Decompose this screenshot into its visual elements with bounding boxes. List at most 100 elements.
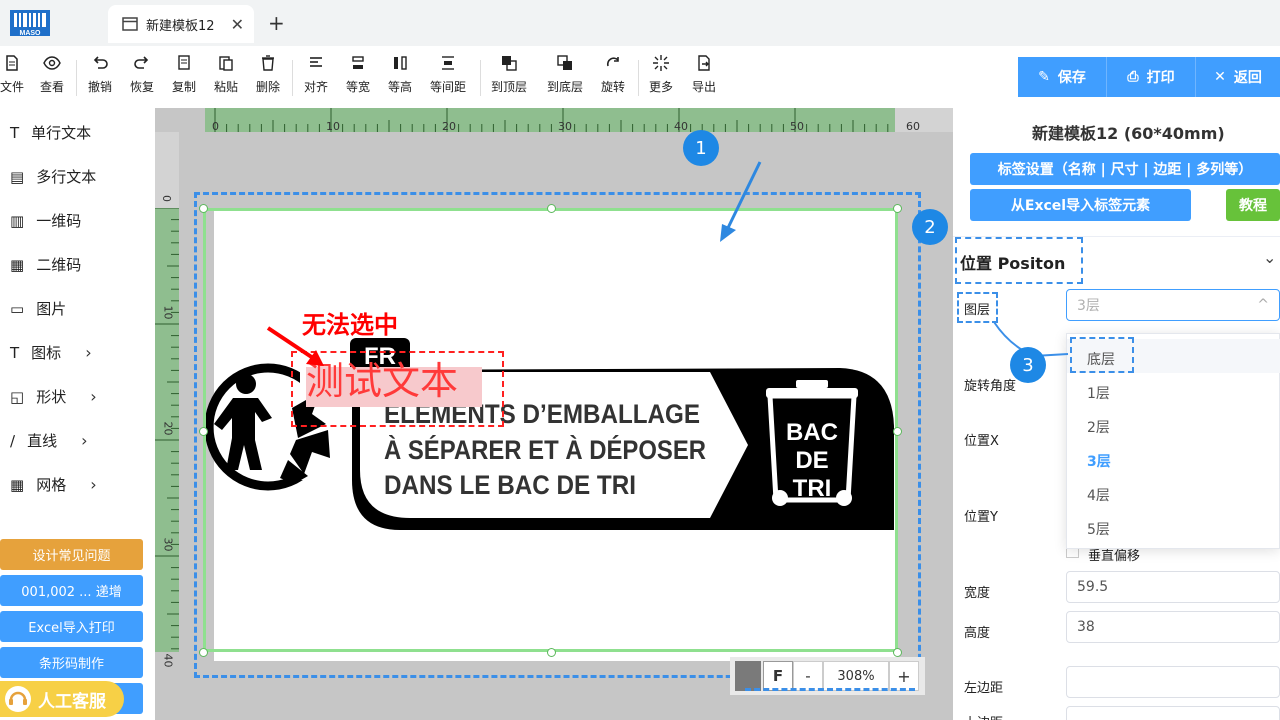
sidebar-item-shape[interactable]: ◱ 形状 ›: [10, 386, 97, 407]
left-panel: T 单行文本 ▤ 多行文本 ▥ 一维码 ▦ 二维码 ▭ 图片 T 图标 › ◱ 形状 › ∕ 直线 ›…: [0, 108, 155, 720]
ruler-label: 30: [161, 537, 175, 552]
height-label: 高度: [964, 626, 991, 641]
align-button[interactable]: 对齐: [304, 54, 328, 95]
support-label: 人工客服: [38, 691, 106, 712]
equal-width-icon: [352, 56, 364, 69]
redo-label: 恢复: [130, 80, 155, 94]
ruler-label: 0: [212, 120, 219, 133]
undo-button[interactable]: 撤销: [88, 54, 112, 95]
ruler-label: 20: [442, 120, 456, 133]
margin-top-input[interactable]: [1066, 706, 1280, 720]
sidebar-item-single-text[interactable]: T 单行文本: [10, 122, 91, 143]
close-tab-icon[interactable]: ✕: [231, 15, 244, 34]
equal-width-label: 等宽: [346, 80, 371, 94]
excel-import-button[interactable]: 从Excel导入标签元素: [970, 189, 1191, 221]
file-button[interactable]: 文件: [0, 54, 24, 95]
redo-button[interactable]: 恢复: [130, 54, 154, 95]
back-button[interactable]: ✕ 返回: [1196, 57, 1280, 97]
align-icon: [310, 57, 322, 67]
sidebar-item-qrcode[interactable]: ▦ 二维码: [10, 254, 81, 275]
horizontal-ruler-extension: 60: [895, 108, 953, 133]
ruler-label: 40: [674, 120, 688, 133]
align-label: 对齐: [304, 80, 329, 94]
dropdown-option-1[interactable]: 1层: [1087, 383, 1110, 403]
template-title: 新建模板12 (60*40mm): [1032, 124, 1225, 143]
bring-to-top-icon: [502, 56, 517, 71]
margin-left-input[interactable]: [1066, 666, 1280, 698]
rotate-label: 旋转: [601, 80, 626, 94]
support-button[interactable]: 人工客服: [0, 681, 124, 717]
equal-spacing-label: 等间距: [430, 80, 467, 94]
equal-height-button[interactable]: 等高: [388, 54, 412, 95]
trash-icon: [262, 55, 274, 71]
label-bounds-dashed: [194, 192, 921, 678]
zoom-dashed-underline: [745, 667, 915, 691]
paste-icon: [219, 56, 233, 71]
label-settings-button[interactable]: 标签设置（名称 | 尺寸 | 边距 | 多列等）: [970, 153, 1280, 185]
tab-title: 新建模板12: [146, 18, 215, 34]
copy-label: 复制: [172, 80, 197, 94]
rotate-button[interactable]: 旋转: [601, 54, 625, 95]
dropdown-option-3[interactable]: 3层: [1087, 451, 1111, 471]
increment-button[interactable]: 001,002 ... 递增: [0, 575, 143, 606]
copy-button[interactable]: 复制: [172, 54, 196, 95]
more-button[interactable]: 更多: [649, 54, 673, 95]
sparkle-icon: [653, 55, 669, 71]
logo-text: MASO: [20, 30, 42, 37]
sidebar-item-barcode[interactable]: ▥ 一维码: [10, 210, 81, 231]
ruler-label: 20: [161, 421, 175, 436]
equal-spacing-button[interactable]: 等间距: [430, 54, 466, 95]
paste-button[interactable]: 粘贴: [214, 54, 238, 95]
delete-button[interactable]: 删除: [256, 54, 280, 95]
sidebar-item-multi-text[interactable]: ▤ 多行文本: [10, 166, 96, 187]
rotate-icon: [606, 57, 619, 67]
save-button[interactable]: ✎ 保存: [1018, 57, 1107, 97]
toolbar-divider: [292, 60, 293, 96]
layer-select-value: 3层: [1077, 298, 1100, 314]
layer-select[interactable]: 3层 ^: [1066, 289, 1280, 321]
sidebar-item-line[interactable]: ∕ 直线 ›: [10, 430, 87, 451]
rotation-label: 旋转角度: [964, 379, 1017, 394]
ruler-label: 30: [558, 120, 572, 133]
new-tab-button[interactable]: +: [268, 11, 285, 35]
qrcode-icon: ▦: [10, 255, 25, 274]
excel-print-button[interactable]: Excel导入打印: [0, 611, 143, 642]
ruler-label: 10: [161, 305, 175, 320]
barcode-icon: ▥: [10, 211, 25, 230]
send-to-bottom-button[interactable]: 到底层: [547, 54, 583, 95]
width-input[interactable]: 59.5: [1066, 571, 1280, 603]
sidebar-item-label: 图片: [36, 300, 67, 318]
grid-icon: ▦: [10, 475, 25, 494]
equal-spacing-icon: [442, 56, 454, 70]
headset-icon: [5, 686, 31, 712]
sidebar-item-icon[interactable]: T 图标 ›: [10, 342, 92, 363]
dropdown-option-2[interactable]: 2层: [1087, 417, 1110, 437]
section-position-title[interactable]: 位置 Positon: [960, 250, 1065, 274]
ruler-label: 40: [161, 653, 175, 668]
more-label: 更多: [649, 80, 674, 94]
export-button[interactable]: 导出: [692, 54, 716, 95]
sidebar-item-grid[interactable]: ▦ 网格 ›: [10, 474, 97, 495]
view-button[interactable]: 查看: [40, 54, 64, 95]
height-input[interactable]: 38: [1066, 611, 1280, 643]
chevron-down-icon[interactable]: ⌄: [1263, 248, 1276, 267]
text-icon: T: [10, 123, 20, 142]
export-label: 导出: [692, 80, 717, 94]
barcode-make-button[interactable]: 条形码制作: [0, 647, 143, 678]
line-icon: ∕: [10, 431, 16, 450]
print-button[interactable]: ⎙ 打印: [1107, 57, 1196, 97]
dropdown-option-5[interactable]: 5层: [1087, 519, 1110, 539]
bring-to-top-button[interactable]: 到顶层: [491, 54, 527, 95]
tutorial-button[interactable]: 教程: [1226, 189, 1280, 221]
text-icon: T: [10, 343, 20, 362]
dropdown-option-4[interactable]: 4层: [1087, 485, 1110, 505]
chevron-right-icon: ›: [90, 475, 97, 494]
tab-template[interactable]: 新建模板12 ✕: [108, 5, 254, 43]
copy-icon: [178, 55, 190, 70]
print-label: 打印: [1146, 70, 1175, 86]
ruler-label: 10: [326, 120, 340, 133]
sidebar-item-image[interactable]: ▭ 图片: [10, 298, 66, 319]
equal-width-button[interactable]: 等宽: [346, 54, 370, 95]
design-faq-button[interactable]: 设计常见问题: [0, 539, 143, 570]
file-icon: [6, 55, 18, 71]
